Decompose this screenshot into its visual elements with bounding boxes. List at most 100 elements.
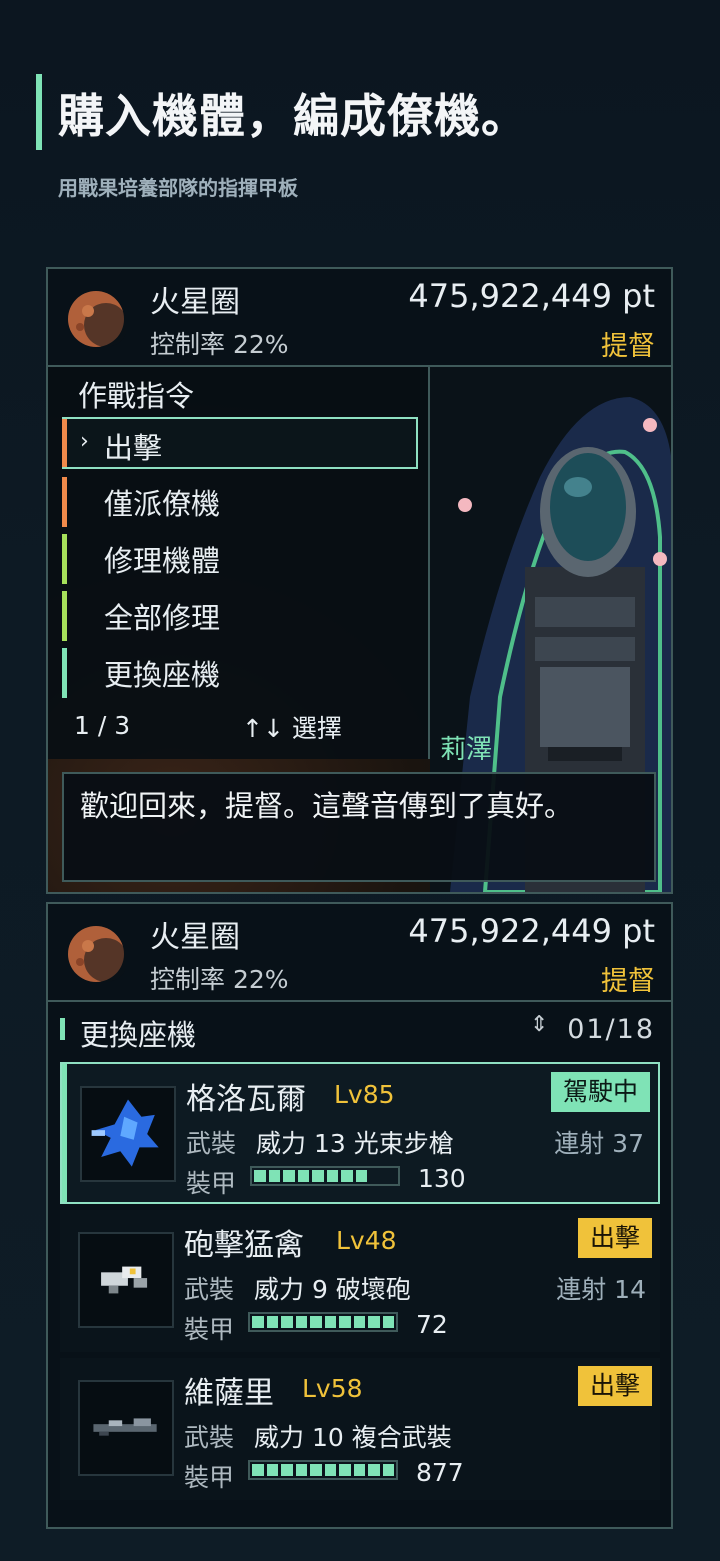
mech-name: 格洛瓦爾 [186, 1082, 306, 1117]
menu-item-label: 出擊 [104, 431, 163, 465]
armor-seg [312, 1170, 324, 1182]
weapon-label: 武裝 [184, 1423, 235, 1452]
armor-seg-empty [385, 1170, 397, 1182]
dialog-text: 歡迎回來，提督。這聲音傳到了真好。 [80, 789, 574, 823]
armor-seg [266, 1316, 278, 1328]
weapon-info: 威力 10 複合武裝 [254, 1423, 452, 1452]
armor-seg [310, 1316, 322, 1328]
armor-seg [310, 1464, 322, 1476]
status-badge: 駕駛中 [550, 1072, 650, 1112]
location-name: 火星圈 [150, 920, 240, 955]
menu-item-sortie[interactable]: › 出擊 [62, 417, 418, 469]
rapid-fire: 連射 14 [556, 1275, 646, 1304]
armor-seg [324, 1464, 336, 1476]
armor-seg [339, 1316, 351, 1328]
rank-label: 提督 [601, 331, 655, 362]
armor-value: 130 [418, 1164, 466, 1193]
menu-item-stripe [62, 534, 67, 584]
mech-card[interactable]: 砲擊猛禽 Lv48 出擊 武裝 威力 9 破壞砲 連射 14 裝甲 72 [60, 1210, 660, 1352]
mars-planet-icon [68, 926, 126, 982]
armor-seg [268, 1170, 280, 1182]
armor-seg [326, 1170, 338, 1182]
armor-seg [382, 1316, 394, 1328]
weapon-info: 威力 13 光束步槍 [256, 1129, 454, 1158]
status-badge: 出擊 [577, 1366, 652, 1406]
armor-seg [281, 1464, 293, 1476]
mech-card[interactable]: 格洛瓦爾 Lv85 駕駛中 武裝 威力 13 光束步槍 連射 37 裝甲 130 [60, 1062, 660, 1204]
command-panel: 火星圈 控制率 22% 475,922,449 pt 提督 作戰指令 › 出擊 … [46, 267, 673, 894]
status-header: 火星圈 控制率 22% 475,922,449 pt 提督 [48, 269, 671, 367]
command-menu: 作戰指令 › 出擊 僅派僚機 修理機體 全部修理 更換座機 1 / 3 ↑↓ 選… [48, 367, 430, 759]
hero-title: 購入機體，編成僚機。 [58, 89, 528, 143]
menu-item-change-mech[interactable]: 更換座機 [62, 644, 418, 698]
menu-navigation-hint: ↑↓ 選擇 [242, 714, 342, 743]
mech-level: Lv48 [336, 1226, 397, 1255]
mech-name: 維薩里 [184, 1376, 274, 1411]
menu-item-stripe [62, 648, 67, 698]
armor-seg [297, 1170, 309, 1182]
armor-seg [368, 1316, 380, 1328]
menu-item-label: 更換座機 [104, 658, 221, 692]
chevron-right-icon: › [80, 429, 89, 454]
mars-planet-icon [68, 291, 126, 347]
menu-item-repair-all[interactable]: 全部修理 [62, 587, 418, 641]
menu-item-send-wingmen[interactable]: 僅派僚機 [62, 473, 418, 527]
menu-item-label: 僅派僚機 [104, 487, 221, 521]
status-badge: 出擊 [577, 1218, 652, 1258]
armor-label: 裝甲 [186, 1169, 237, 1198]
location-name: 火星圈 [150, 285, 240, 320]
weapon-label: 武裝 [184, 1275, 235, 1304]
armor-bar [248, 1460, 398, 1480]
rapid-fire: 連射 37 [554, 1129, 644, 1158]
mech-thumbnail-vesari [78, 1380, 174, 1476]
armor-seg [281, 1316, 293, 1328]
armor-seg [283, 1170, 295, 1182]
command-body: 作戰指令 › 出擊 僅派僚機 修理機體 全部修理 更換座機 1 / 3 ↑↓ 選… [48, 367, 671, 892]
points-total: 475,922,449 pt [408, 912, 655, 950]
menu-item-label: 修理機體 [104, 544, 221, 578]
rank-label: 提督 [601, 966, 655, 997]
armor-seg [266, 1464, 278, 1476]
armor-bar [248, 1312, 398, 1332]
armor-seg [382, 1464, 394, 1476]
active-stripe [62, 1064, 67, 1202]
hero-subtitle: 用戰果培養部隊的指揮甲板 [58, 176, 298, 200]
mech-panel: 火星圈 控制率 22% 475,922,449 pt 提督 更換座機 ⇕ 01/… [46, 902, 673, 1529]
armor-seg [339, 1464, 351, 1476]
mech-card[interactable]: 維薩里 Lv58 出擊 武裝 威力 10 複合武裝 裝甲 877 [60, 1358, 660, 1500]
hero-accent-bar [36, 74, 42, 150]
menu-item-stripe [62, 419, 67, 467]
armor-label: 裝甲 [184, 1315, 235, 1344]
armor-seg [355, 1170, 367, 1182]
points-total: 475,922,449 pt [408, 277, 655, 315]
control-rate: 控制率 22% [150, 965, 289, 994]
mech-level: Lv58 [302, 1374, 363, 1403]
armor-value: 877 [416, 1458, 464, 1487]
armor-label: 裝甲 [184, 1463, 235, 1492]
armor-seg [254, 1170, 266, 1182]
dialog-box[interactable]: 歡迎回來，提督。這聲音傳到了真好。 [62, 772, 656, 882]
armor-seg [252, 1316, 264, 1328]
mech-thumbnail-raptor [78, 1232, 174, 1328]
mech-level: Lv85 [334, 1080, 395, 1109]
armor-seg [324, 1316, 336, 1328]
mech-list-count: 01/18 [567, 1014, 655, 1045]
mech-list-title: 更換座機 [80, 1018, 197, 1052]
menu-item-stripe [62, 477, 67, 527]
armor-seg [252, 1464, 264, 1476]
armor-seg [353, 1316, 365, 1328]
armor-seg [353, 1464, 365, 1476]
menu-item-stripe [62, 591, 67, 641]
weapon-info: 威力 9 破壞砲 [254, 1275, 411, 1304]
mech-list-header: 更換座機 ⇕ 01/18 [48, 1004, 671, 1060]
mech-name: 砲擊猛禽 [184, 1228, 304, 1263]
armor-seg [341, 1170, 353, 1182]
weapon-label: 武裝 [186, 1129, 237, 1158]
mech-thumbnail-blue [80, 1086, 176, 1182]
armor-seg [368, 1464, 380, 1476]
menu-item-repair[interactable]: 修理機體 [62, 530, 418, 584]
armor-seg-empty [370, 1170, 382, 1182]
character-name: 莉澤 [440, 735, 493, 765]
menu-title: 作戰指令 [78, 379, 195, 413]
sort-updown-icon[interactable]: ⇕ [530, 1012, 548, 1037]
